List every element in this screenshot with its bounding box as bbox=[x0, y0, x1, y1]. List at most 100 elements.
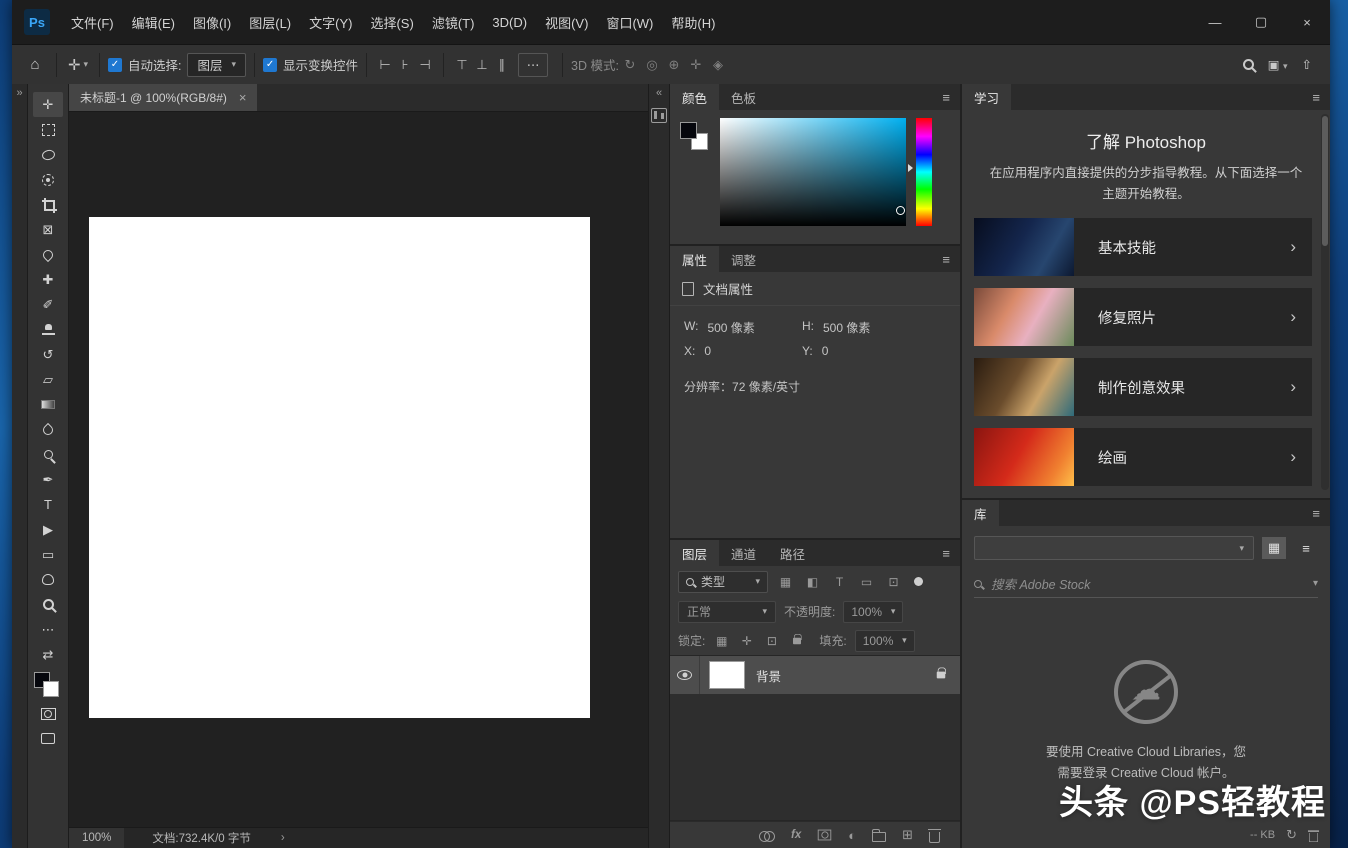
blend-mode-dropdown[interactable]: 正常▾ bbox=[678, 601, 776, 623]
align-center-button[interactable]: ⊦ bbox=[395, 57, 415, 73]
tab-color[interactable]: 颜色 bbox=[670, 84, 719, 110]
document-canvas[interactable] bbox=[89, 217, 590, 718]
learn-card-painting[interactable]: 绘画 › bbox=[974, 428, 1312, 486]
learn-card-creative-effects[interactable]: 制作创意效果 › bbox=[974, 358, 1312, 416]
search-icon[interactable] bbox=[1243, 59, 1254, 70]
link-layers-icon[interactable] bbox=[759, 831, 775, 840]
learn-card-basic-skills[interactable]: 基本技能 › bbox=[974, 218, 1312, 276]
tab-learn[interactable]: 学习 bbox=[962, 84, 1011, 110]
quick-selection-tool[interactable] bbox=[33, 167, 63, 192]
library-dropdown[interactable]: ▾ bbox=[974, 536, 1254, 560]
move-tool[interactable]: ✛ bbox=[33, 92, 63, 117]
collapse-left-icon[interactable]: « bbox=[656, 87, 662, 99]
scrollbar[interactable] bbox=[1321, 114, 1329, 490]
eyedropper-tool[interactable] bbox=[33, 242, 63, 267]
filter-smart-objects-icon[interactable]: ⊡ bbox=[884, 575, 903, 589]
menu-3d[interactable]: 3D(D) bbox=[483, 15, 536, 30]
auto-select-dropdown[interactable]: 图层▾ bbox=[187, 53, 246, 77]
home-icon[interactable]: ⌂ bbox=[22, 52, 48, 78]
fill-dropdown[interactable]: 100%▾ bbox=[855, 630, 915, 652]
grid-view-button[interactable]: ▦ bbox=[1262, 537, 1286, 559]
filter-toggle-icon[interactable] bbox=[914, 577, 923, 586]
menu-type[interactable]: 文字(Y) bbox=[300, 13, 361, 32]
menu-edit[interactable]: 编辑(E) bbox=[123, 13, 184, 32]
new-layer-icon[interactable]: ⊞ bbox=[902, 827, 913, 843]
layer-filter-dropdown[interactable]: 类型 ▾ bbox=[678, 571, 768, 593]
tab-layers[interactable]: 图层 bbox=[670, 540, 719, 566]
eraser-tool[interactable]: ▱ bbox=[33, 367, 63, 392]
lock-transparent-pixels-icon[interactable]: ▦ bbox=[713, 634, 730, 648]
foreground-color-swatch[interactable] bbox=[680, 122, 697, 139]
tool-preset-button[interactable]: ✛▾ bbox=[65, 52, 91, 78]
show-transform-checkbox[interactable]: ✓ bbox=[263, 58, 277, 72]
minimize-button[interactable]: — bbox=[1192, 0, 1238, 44]
blur-tool[interactable] bbox=[33, 417, 63, 442]
lock-position-icon[interactable]: ✛ bbox=[738, 634, 755, 648]
menu-image[interactable]: 图像(I) bbox=[184, 13, 240, 32]
tab-libraries[interactable]: 库 bbox=[962, 500, 999, 526]
hand-tool[interactable] bbox=[33, 567, 63, 592]
menu-filter[interactable]: 滤镜(T) bbox=[423, 13, 484, 32]
panel-menu-icon[interactable]: ≡ bbox=[932, 84, 960, 110]
learn-card-retouch-photos[interactable]: 修复照片 › bbox=[974, 288, 1312, 346]
layer-visibility-toggle[interactable] bbox=[670, 656, 700, 694]
menu-select[interactable]: 选择(S) bbox=[361, 13, 422, 32]
edit-toolbar-button[interactable]: ⋯ bbox=[33, 617, 63, 642]
close-button[interactable]: × bbox=[1284, 0, 1330, 44]
menu-view[interactable]: 视图(V) bbox=[536, 13, 597, 32]
tab-properties[interactable]: 属性 bbox=[670, 246, 719, 272]
align-left-button[interactable]: ⊢ bbox=[375, 57, 395, 73]
type-tool[interactable]: T bbox=[33, 492, 63, 517]
layer-style-icon[interactable]: fx bbox=[791, 829, 801, 841]
opacity-dropdown[interactable]: 100%▾ bbox=[843, 601, 903, 623]
align-right-button[interactable]: ⊣ bbox=[415, 57, 435, 73]
background-color-swatch[interactable] bbox=[43, 681, 59, 697]
menu-window[interactable]: 窗口(W) bbox=[597, 13, 662, 32]
gradient-tool[interactable] bbox=[33, 392, 63, 417]
3d-camera-icon[interactable]: ◈ bbox=[707, 57, 729, 73]
tab-adjustments[interactable]: 调整 bbox=[719, 246, 768, 272]
maximize-button[interactable]: ▢ bbox=[1238, 0, 1284, 44]
quick-mask-button[interactable] bbox=[33, 701, 63, 726]
panel-menu-icon[interactable]: ≡ bbox=[932, 246, 960, 272]
sync-icon[interactable]: ↻ bbox=[1286, 827, 1297, 843]
new-group-icon[interactable] bbox=[872, 832, 886, 842]
align-more-button[interactable]: ⋯ bbox=[518, 53, 548, 77]
adjustment-layer-icon[interactable]: ◐ bbox=[848, 828, 856, 843]
hue-slider[interactable] bbox=[916, 118, 932, 226]
delete-layer-icon[interactable] bbox=[929, 832, 940, 843]
3d-roll-icon[interactable]: ◎ bbox=[641, 57, 663, 73]
pen-tool[interactable]: ✒ bbox=[33, 467, 63, 492]
scrollbar-thumb[interactable] bbox=[1322, 116, 1328, 246]
lasso-tool[interactable] bbox=[33, 142, 63, 167]
delete-icon[interactable] bbox=[1309, 832, 1318, 841]
layer-row-background[interactable]: 背景 bbox=[670, 656, 960, 694]
menu-help[interactable]: 帮助(H) bbox=[662, 13, 724, 32]
document-tab[interactable]: 未标题-1 @ 100%(RGB/8#) × bbox=[69, 84, 257, 111]
saturation-brightness-field[interactable] bbox=[720, 118, 906, 226]
list-view-button[interactable]: ≡ bbox=[1294, 537, 1318, 559]
color-swatches[interactable] bbox=[33, 671, 63, 701]
layer-thumbnail[interactable] bbox=[709, 661, 745, 689]
document-tab-close-icon[interactable]: × bbox=[239, 90, 247, 105]
share-button[interactable]: ⇧ bbox=[1302, 57, 1312, 72]
menu-layer[interactable]: 图层(L) bbox=[240, 13, 300, 32]
auto-select-checkbox[interactable]: ✓ bbox=[108, 58, 122, 72]
color-picker-cursor[interactable] bbox=[896, 206, 905, 215]
collapsed-panel-icon[interactable] bbox=[651, 108, 667, 123]
filter-adjustment-layers-icon[interactable]: ◧ bbox=[803, 575, 822, 589]
3d-slide-icon[interactable]: ✛ bbox=[685, 57, 707, 73]
align-top-button[interactable]: ⊤ bbox=[452, 57, 472, 73]
marquee-tool[interactable] bbox=[33, 117, 63, 142]
lock-artboard-icon[interactable]: ⊡ bbox=[763, 634, 780, 648]
toolbar-collapse-strip[interactable]: » bbox=[12, 84, 28, 848]
path-selection-tool[interactable]: ▶ bbox=[33, 517, 63, 542]
filter-pixel-layers-icon[interactable]: ▦ bbox=[776, 575, 795, 589]
3d-rotate-icon[interactable]: ↻ bbox=[619, 57, 641, 73]
crop-tool[interactable] bbox=[33, 192, 63, 217]
align-bottom-button[interactable]: ⊥ bbox=[472, 57, 492, 73]
healing-brush-tool[interactable]: ✚ bbox=[33, 267, 63, 292]
history-brush-tool[interactable]: ↺ bbox=[33, 342, 63, 367]
panel-menu-icon[interactable]: ≡ bbox=[1302, 500, 1330, 526]
zoom-level-field[interactable]: 100% bbox=[69, 828, 124, 848]
